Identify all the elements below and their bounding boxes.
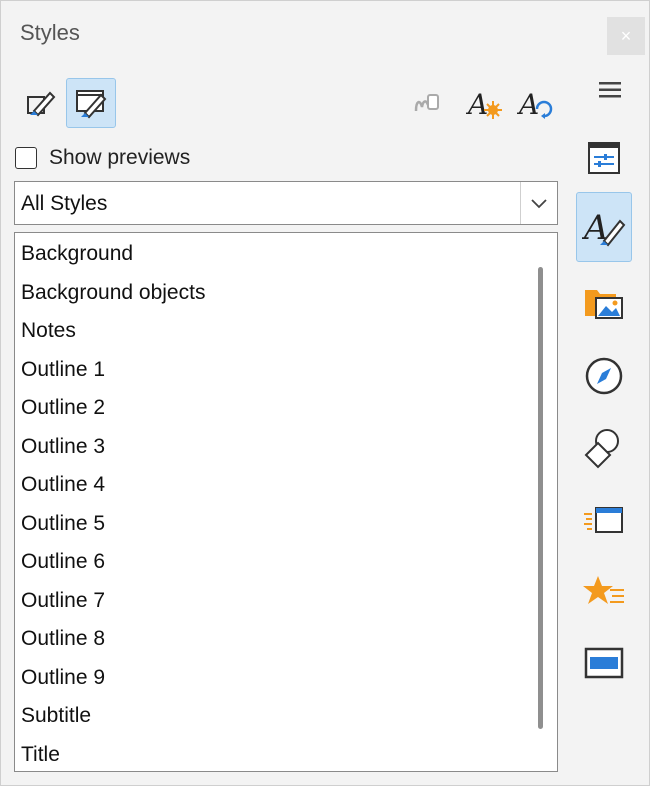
presentation-styles-button[interactable]	[66, 78, 116, 128]
deck-tab-animation[interactable]	[576, 564, 632, 620]
list-item[interactable]: Title	[21, 736, 60, 771]
deck-tab-navigator[interactable]	[576, 348, 632, 404]
list-item[interactable]: Subtitle	[21, 697, 91, 735]
show-previews-checkbox[interactable]	[15, 147, 37, 169]
svg-text:A: A	[466, 88, 488, 121]
deck-tab-properties[interactable]	[576, 130, 632, 186]
chevron-down-icon	[531, 199, 547, 209]
panel-title: Styles	[20, 20, 80, 45]
list-item[interactable]: Outline 1	[21, 351, 105, 389]
list-item[interactable]: Notes	[21, 312, 76, 350]
deck-tab-slide-transition[interactable]	[576, 492, 632, 548]
fill-format-button[interactable]	[403, 80, 449, 126]
list-scrollbar[interactable]	[538, 267, 543, 729]
new-style-icon: A	[466, 88, 502, 121]
style-filter-dropdown[interactable]: All Styles	[14, 181, 558, 225]
fill-format-mode-icon	[27, 91, 56, 117]
gallery-icon	[585, 290, 623, 319]
list-item[interactable]: Outline 6	[21, 543, 105, 581]
close-button[interactable]: ×	[607, 17, 645, 55]
list-item[interactable]: Background	[21, 235, 133, 273]
master-slides-icon	[584, 647, 624, 679]
deck-tab-styles[interactable]: A	[576, 192, 632, 262]
show-previews-label: Show previews	[49, 146, 191, 169]
fill-format-mode-button[interactable]	[17, 80, 63, 126]
styles-list[interactable]: Background Background objects Notes Outl…	[14, 232, 558, 772]
styles-presentation-icon	[76, 90, 107, 119]
deck-tab-gallery[interactable]	[576, 274, 632, 330]
style-filter-value: All Styles	[21, 192, 108, 215]
navigator-icon	[585, 357, 623, 395]
slide-transition-icon	[584, 507, 623, 533]
close-icon: ×	[620, 25, 632, 46]
list-item[interactable]: Outline 8	[21, 620, 105, 658]
list-item[interactable]: Outline 5	[21, 505, 105, 543]
update-style-icon: A	[517, 88, 553, 121]
animation-icon	[583, 576, 624, 604]
list-item[interactable]: Outline 2	[21, 389, 105, 427]
list-item[interactable]: Outline 9	[21, 659, 105, 697]
shapes-icon	[584, 429, 619, 469]
fill-format-icon	[414, 94, 439, 112]
deck-tab-shapes[interactable]	[576, 419, 632, 475]
show-previews-row[interactable]: Show previews	[15, 143, 190, 173]
new-style-button[interactable]: A	[461, 80, 507, 126]
list-item[interactable]: Outline 4	[21, 466, 105, 504]
styles-icon: A	[582, 208, 626, 248]
list-item[interactable]: Outline 3	[21, 428, 105, 466]
list-item[interactable]: Outline 7	[21, 582, 105, 620]
update-style-button[interactable]: A	[512, 80, 558, 126]
dropdown-arrow-button[interactable]	[520, 182, 557, 224]
deck-tab-master-slides[interactable]	[576, 635, 632, 691]
properties-icon	[588, 142, 620, 174]
styles-panel: Styles × A A Show previews All Styles Ba…	[0, 0, 650, 786]
svg-text:A: A	[517, 88, 539, 121]
list-item[interactable]: Background objects	[21, 274, 205, 312]
hamburger-menu-icon[interactable]	[597, 77, 623, 103]
